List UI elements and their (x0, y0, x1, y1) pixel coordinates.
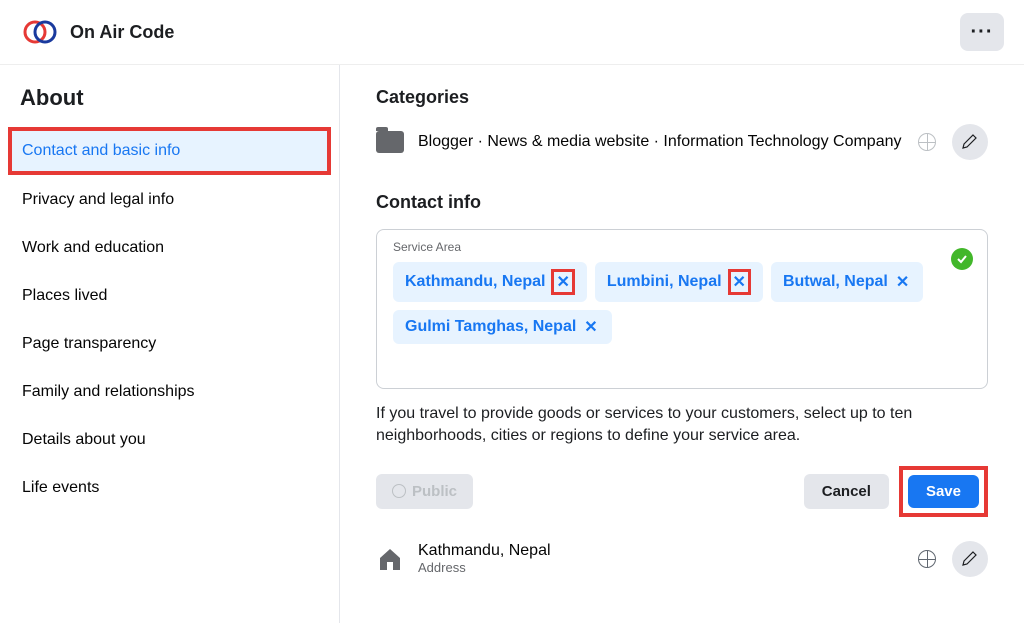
sidebar-item-contact-basic-info[interactable]: Contact and basic info (8, 127, 331, 175)
chip-butwal: Butwal, Nepal ✕ (771, 262, 923, 302)
globe-icon[interactable] (918, 550, 936, 568)
page-logo[interactable] (20, 12, 60, 52)
folder-icon (376, 131, 404, 153)
sidebar-item-family-relationships[interactable]: Family and relationships (8, 369, 331, 415)
service-area-box: Service Area Kathmandu, Nepal ✕ Lumbini,… (376, 229, 988, 389)
service-area-chips: Kathmandu, Nepal ✕ Lumbini, Nepal ✕ Butw… (393, 262, 971, 344)
save-button[interactable]: Save (908, 475, 979, 508)
categories-row: Blogger · News & media website · Informa… (376, 124, 988, 160)
cancel-button[interactable]: Cancel (804, 474, 889, 509)
action-button-row: Public Cancel Save (376, 466, 988, 517)
page-header: On Air Code ··· (0, 0, 1024, 65)
page-title[interactable]: On Air Code (70, 22, 174, 43)
pencil-icon (962, 134, 978, 150)
globe-icon[interactable] (918, 133, 936, 151)
check-icon (951, 248, 973, 270)
categories-text: Blogger · News & media website · Informa… (418, 131, 918, 153)
save-button-highlight: Save (899, 466, 988, 517)
more-options-button[interactable]: ··· (960, 13, 1004, 51)
edit-categories-button[interactable] (952, 124, 988, 160)
globe-icon (392, 484, 406, 498)
chip-lumbini: Lumbini, Nepal ✕ (595, 262, 763, 302)
service-area-label: Service Area (393, 240, 971, 254)
chip-close-butwal[interactable]: ✕ (894, 272, 911, 292)
edit-address-button[interactable] (952, 541, 988, 577)
sidebar-item-details-about-you[interactable]: Details about you (8, 417, 331, 463)
address-sublabel: Address (418, 560, 918, 575)
sidebar-item-life-events[interactable]: Life events (8, 465, 331, 511)
chip-close-gulmi[interactable]: ✕ (582, 317, 599, 337)
service-area-help-text: If you travel to provide goods or servic… (376, 403, 988, 448)
about-sidebar: About Contact and basic info Privacy and… (0, 65, 340, 623)
chip-gulmi: Gulmi Tamghas, Nepal ✕ (393, 310, 612, 344)
address-location: Kathmandu, Nepal (418, 542, 918, 560)
sidebar-item-places-lived[interactable]: Places lived (8, 273, 331, 319)
chip-kathmandu: Kathmandu, Nepal ✕ (393, 262, 587, 302)
content-panel: Categories Blogger · News & media websit… (340, 65, 1024, 623)
categories-title: Categories (376, 87, 988, 108)
address-text: Kathmandu, Nepal Address (418, 542, 918, 575)
sidebar-item-privacy-legal[interactable]: Privacy and legal info (8, 177, 331, 223)
sidebar-item-page-transparency[interactable]: Page transparency (8, 321, 331, 367)
chip-close-kathmandu[interactable]: ✕ (551, 269, 574, 295)
chip-close-lumbini[interactable]: ✕ (728, 269, 751, 295)
address-row: Kathmandu, Nepal Address (376, 541, 988, 577)
sidebar-title: About (8, 85, 331, 127)
contact-info-title: Contact info (376, 192, 988, 213)
pencil-icon (962, 551, 978, 567)
home-icon (376, 545, 404, 573)
audience-public-button[interactable]: Public (376, 474, 473, 509)
sidebar-item-work-education[interactable]: Work and education (8, 225, 331, 271)
